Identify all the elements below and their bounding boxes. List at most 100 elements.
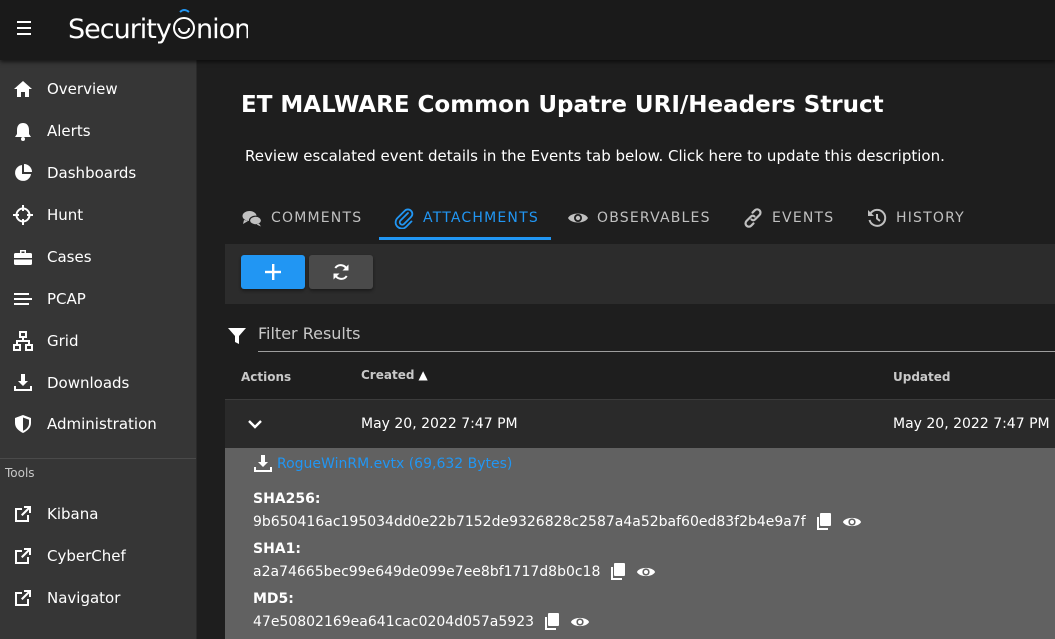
sort-ascending-icon: ▲ [418, 368, 428, 382]
svg-text:Security: Security [68, 14, 172, 45]
sidebar-item-hunt[interactable]: Hunt [0, 194, 196, 236]
sitemap-icon [12, 330, 34, 352]
external-link-icon [12, 545, 34, 567]
attachments-toolbar [225, 244, 1055, 304]
tab-label: ATTACHMENTS [423, 210, 539, 226]
sidebar: Overview Alerts Dashboards Hunt Cases PC… [0, 60, 197, 639]
history-icon [868, 208, 887, 227]
filter-icon [228, 328, 246, 344]
link-icon [744, 208, 762, 228]
tab-label: EVENTS [772, 210, 835, 226]
active-tab-indicator [379, 237, 551, 240]
download-attachment-link[interactable]: RogueWinRM.evtx (69,632 Bytes) [253, 454, 512, 474]
sidebar-item-overview[interactable]: Overview [0, 68, 196, 110]
md5-row: 47e50802169ea641cac0204d057a5923 [253, 612, 590, 632]
sidebar-item-cyberchef[interactable]: CyberChef [0, 535, 196, 577]
sidebar-item-kibana[interactable]: Kibana [0, 493, 196, 535]
copy-icon[interactable] [608, 562, 628, 582]
sidebar-item-label: Alerts [47, 122, 91, 140]
copy-icon[interactable] [542, 612, 562, 632]
sidebar-item-grid[interactable]: Grid [0, 320, 196, 362]
column-header-updated[interactable]: Updated [893, 370, 951, 384]
pie-chart-icon [12, 162, 34, 184]
column-header-label: Created [361, 368, 415, 382]
tab-comments[interactable]: COMMENTS [241, 196, 362, 240]
tab-events[interactable]: EVENTS [742, 196, 834, 240]
column-header-actions: Actions [241, 370, 292, 384]
sidebar-item-label: Kibana [47, 505, 99, 523]
sidebar-item-label: Overview [47, 80, 118, 98]
table-header: Actions Created ▲ Updated [225, 356, 1055, 400]
filter-results-input[interactable] [258, 320, 1055, 352]
sidebar-item-label: Downloads [47, 374, 130, 392]
sidebar-item-label: Grid [47, 332, 79, 350]
sidebar-item-administration[interactable]: Administration [0, 403, 196, 445]
md5-label: MD5: [253, 591, 294, 607]
download-icon [12, 372, 34, 394]
top-app-bar: Security nion [0, 0, 1055, 60]
tab-history[interactable]: HISTORY [866, 196, 965, 240]
tab-observables[interactable]: OBSERVABLES [567, 196, 711, 240]
table-row[interactable]: May 20, 2022 7:47 PM May 20, 2022 7:47 P… [225, 400, 1055, 448]
column-header-created[interactable]: Created ▲ [361, 368, 428, 382]
sidebar-item-cases[interactable]: Cases [0, 236, 196, 278]
filter-row [225, 318, 1055, 354]
comments-icon [242, 211, 263, 227]
download-link-text[interactable]: RogueWinRM.evtx (69,632 Bytes) [277, 456, 512, 472]
sidebar-divider [0, 458, 196, 459]
sidebar-item-pcap[interactable]: PCAP [0, 278, 196, 320]
sidebar-item-label: Cases [47, 248, 92, 266]
crosshairs-icon [12, 204, 34, 226]
briefcase-icon [12, 246, 34, 268]
case-title: ET MALWARE Common Upatre URI/Headers Str… [241, 92, 884, 118]
cell-created: May 20, 2022 7:47 PM [361, 416, 518, 432]
sidebar-item-navigator[interactable]: Navigator [0, 577, 196, 619]
plus-icon [265, 264, 281, 280]
md5-value: 47e50802169ea641cac0204d057a5923 [253, 614, 535, 630]
sidebar-item-dashboards[interactable]: Dashboards [0, 152, 196, 194]
sidebar-item-downloads[interactable]: Downloads [0, 362, 196, 404]
tab-label: HISTORY [896, 210, 965, 226]
external-link-icon [12, 503, 34, 525]
eye-icon[interactable] [842, 512, 862, 532]
tab-label: COMMENTS [271, 210, 363, 226]
sidebar-item-alerts[interactable]: Alerts [0, 110, 196, 152]
sha256-label: SHA256: [253, 491, 321, 507]
eye-icon[interactable] [570, 612, 590, 632]
tab-attachments[interactable]: ATTACHMENTS [393, 196, 539, 240]
sha1-label: SHA1: [253, 541, 301, 557]
refresh-icon [333, 264, 349, 280]
sidebar-item-label: PCAP [47, 290, 86, 308]
sha1-row: a2a74665bec99e649de099e7ee8bf1717d8b0c18 [253, 562, 656, 582]
app-logo[interactable]: Security nion [68, 6, 248, 50]
case-description[interactable]: Review escalated event details in the Ev… [245, 147, 945, 165]
attachment-details: RogueWinRM.evtx (69,632 Bytes) SHA256: 9… [225, 448, 1055, 639]
sidebar-item-label: Dashboards [47, 164, 137, 182]
sidebar-item-label: CyberChef [47, 547, 126, 565]
add-attachment-button[interactable] [241, 255, 305, 289]
eye-icon[interactable] [636, 562, 656, 582]
main-content: ET MALWARE Common Upatre URI/Headers Str… [197, 60, 1055, 639]
svg-text:nion: nion [196, 14, 248, 45]
sidebar-item-label: Administration [47, 415, 157, 433]
case-tabs: COMMENTS ATTACHMENTS OBSERVABLES EVENTS … [225, 196, 1055, 240]
sidebar-item-label: Navigator [47, 589, 121, 607]
sidebar-item-label: Hunt [47, 206, 84, 224]
bell-icon [12, 120, 34, 142]
sha256-value: 9b650416ac195034dd0e22b7152de9326828c258… [253, 514, 806, 530]
shield-icon [12, 413, 34, 435]
download-icon [254, 455, 272, 472]
hamburger-menu-icon[interactable] [14, 16, 38, 40]
tab-label: OBSERVABLES [597, 210, 711, 226]
eye-icon [568, 213, 588, 223]
cell-updated: May 20, 2022 7:47 PM [893, 416, 1050, 432]
home-icon [12, 78, 34, 100]
refresh-button[interactable] [309, 255, 373, 289]
tools-section-header: Tools [5, 466, 35, 480]
list-icon [12, 288, 34, 310]
chevron-down-icon[interactable] [245, 414, 265, 434]
sha1-value: a2a74665bec99e649de099e7ee8bf1717d8b0c18 [253, 564, 601, 580]
sha256-row: 9b650416ac195034dd0e22b7152de9326828c258… [253, 512, 862, 532]
external-link-icon [12, 587, 34, 609]
copy-icon[interactable] [814, 512, 834, 532]
